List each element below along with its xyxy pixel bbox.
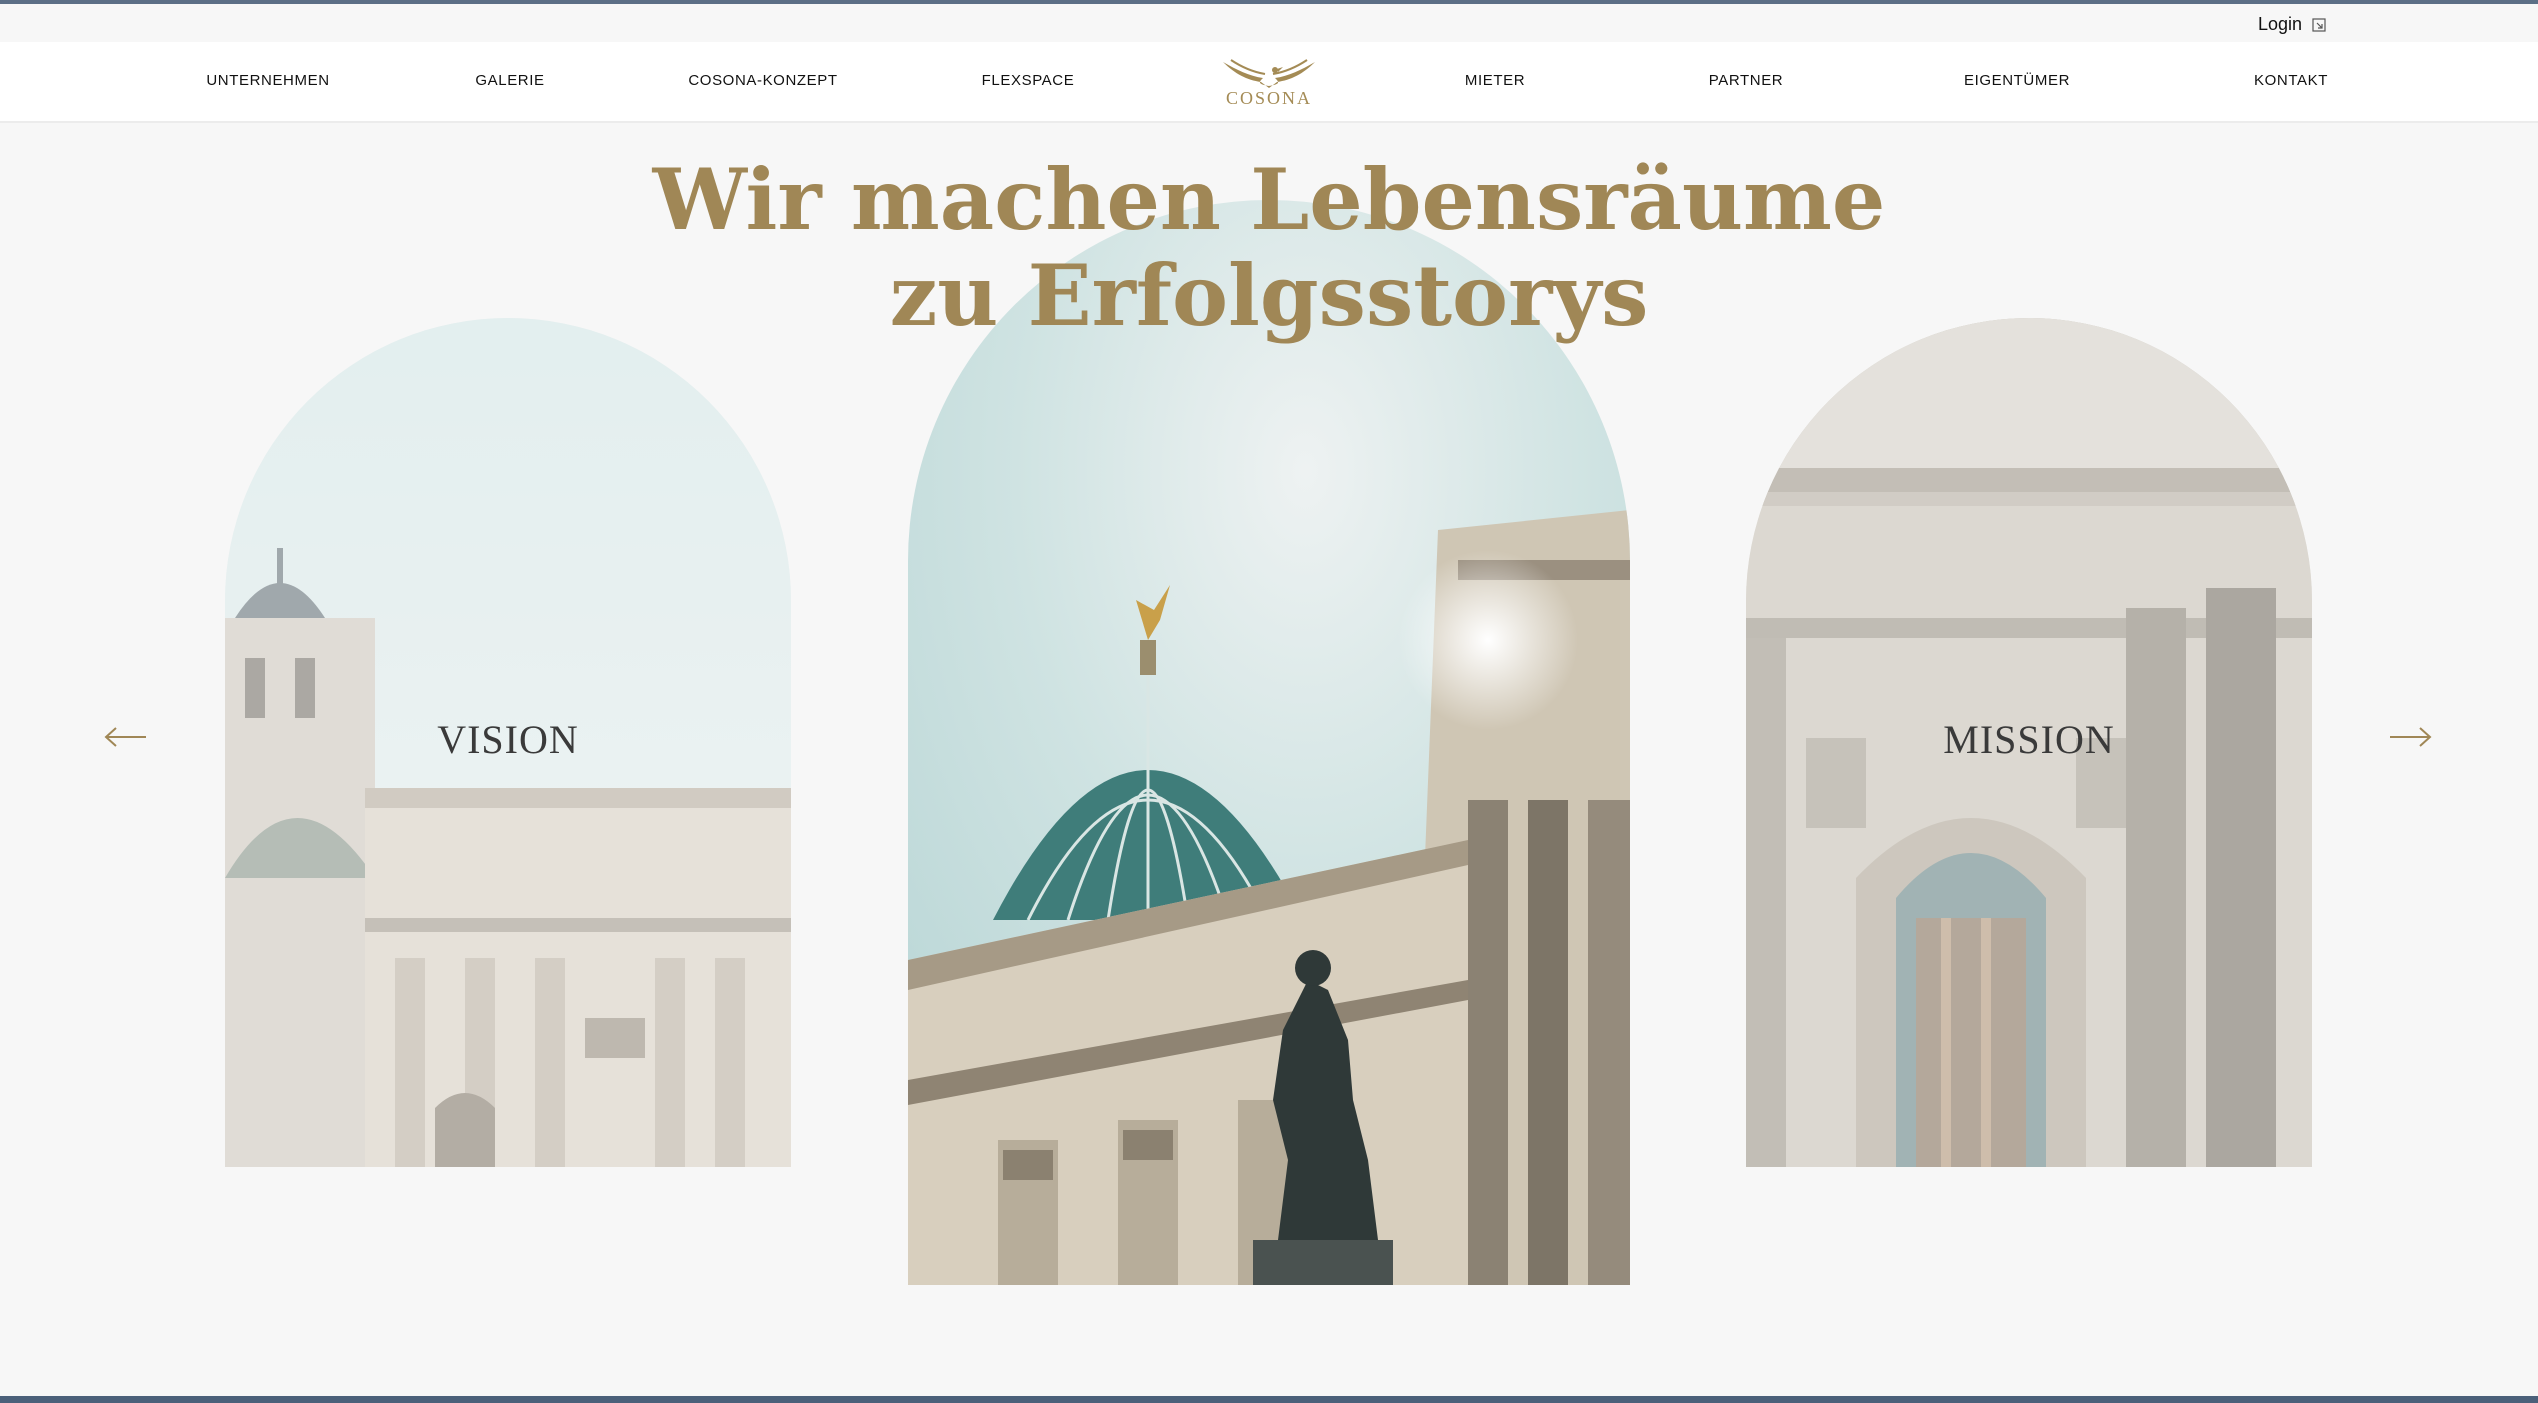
logo-text: COSONA <box>1225 88 1312 108</box>
nav-item-flexspace[interactable]: FLEXSPACE <box>982 72 1075 89</box>
headline-line-2: zu Erfolgsstorys <box>889 246 1649 345</box>
top-bar: Login <box>0 4 2538 42</box>
nav-item-unternehmen[interactable]: UNTERNEHMEN <box>206 72 329 89</box>
nav-item-eigentuemer[interactable]: EIGENTÜMER <box>1964 72 2070 89</box>
cosona-logo[interactable]: COSONA <box>1219 52 1319 114</box>
dresden-academy-image <box>908 200 1630 1285</box>
arrow-right-icon[interactable] <box>2386 722 2436 752</box>
hero-headline: Wir machen Lebensräume zu Erfolgsstorys <box>0 152 2538 344</box>
login-label: Login <box>2258 14 2303 34</box>
slide-label-mission: MISSION <box>1943 717 2115 762</box>
arrow-left-icon[interactable] <box>100 722 150 752</box>
slide-label-vision: VISION <box>437 717 579 762</box>
nav-item-partner[interactable]: PARTNER <box>1709 72 1784 89</box>
main-navigation: UNTERNEHMEN GALERIE COSONA-KONZEPT FLEXS… <box>0 42 2538 123</box>
external-link-icon <box>2312 17 2326 32</box>
slide-vision[interactable]: VISION <box>225 318 791 1167</box>
nav-item-kontakt[interactable]: KONTAKT <box>2254 72 2328 89</box>
nav-item-mieter[interactable]: MIETER <box>1465 72 1525 89</box>
headline-line-1: Wir machen Lebensräume <box>652 150 1886 249</box>
window-frame-bottom <box>0 1396 2538 1403</box>
slide-mission[interactable]: MISSION <box>1746 318 2312 1167</box>
nav-item-galerie[interactable]: GALERIE <box>475 72 544 89</box>
slide-center[interactable] <box>908 200 1630 1285</box>
eagle-logo-icon <box>1223 59 1315 88</box>
login-link[interactable]: Login <box>2258 14 2326 35</box>
nav-item-cosona-konzept[interactable]: COSONA-KONZEPT <box>688 72 837 89</box>
